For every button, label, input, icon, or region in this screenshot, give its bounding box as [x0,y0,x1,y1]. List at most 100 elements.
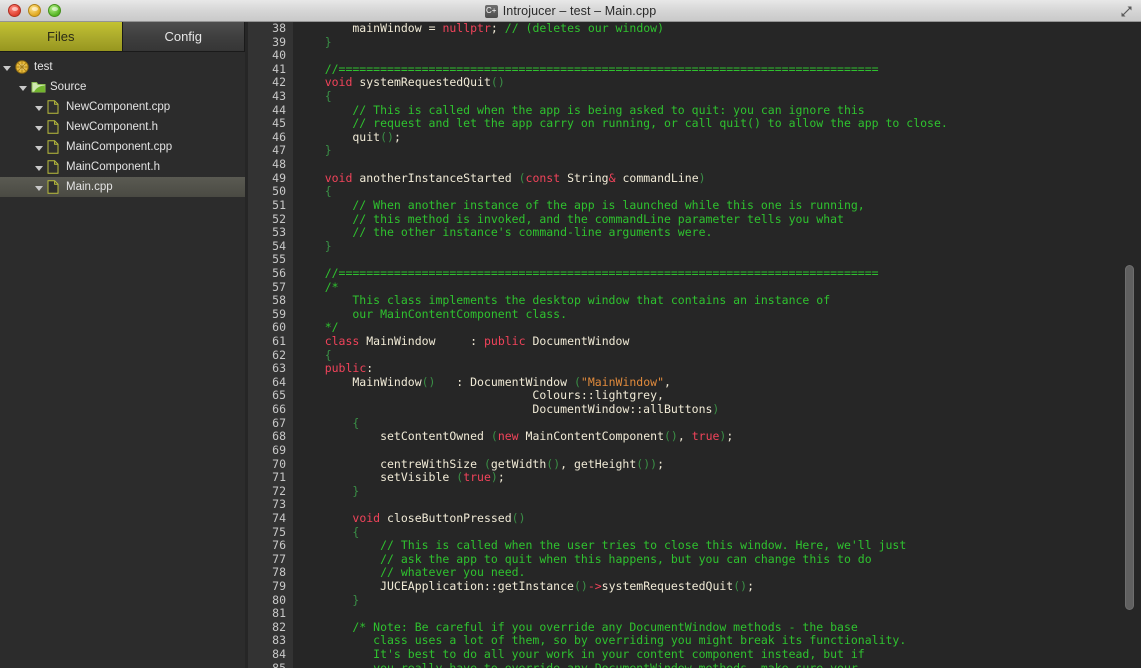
code-line[interactable]: { [293,89,1141,104]
code-line[interactable]: DocumentWindow::allButtons) [293,402,1141,417]
tree-item-label: NewComponent.h [66,121,159,133]
code-token-op [297,361,325,375]
code-line[interactable]: // this method is invoked, and the comma… [293,212,1141,227]
line-number: 40 [272,48,286,63]
code-line[interactable] [293,158,1141,172]
code-line[interactable]: our MainContentComponent class. [293,307,1141,322]
tree-item-maincomponent-cpp[interactable]: MainComponent.cpp [0,137,245,157]
code-token-pun: { [297,184,332,199]
code-line[interactable]: { [293,185,1141,199]
line-number: 71 [272,470,286,485]
code-token-op: quit [297,129,381,144]
code-line[interactable]: { [293,415,1141,431]
code-line[interactable]: // When another instance of the app is l… [293,197,1141,213]
fullscreen-icon[interactable] [1118,3,1135,19]
disclosure-triangle-icon[interactable] [20,82,31,93]
code-line[interactable]: void systemRequestedQuit() [293,76,1141,90]
code-token-pun: { [297,415,360,430]
disclosure-triangle-icon[interactable] [4,62,15,73]
title-bar: C+ Introjucer – test – Main.cpp [0,0,1141,22]
code-token-pun: ()) [636,456,658,471]
code-line[interactable]: } [293,144,1141,158]
code-line[interactable]: { [293,525,1141,540]
code-line[interactable] [293,498,1141,512]
code-token-cmt: // When another instance of the app is l… [297,197,865,212]
code-line[interactable]: JUCEApplication::getInstance()->systemRe… [293,578,1141,594]
vertical-scrollbar[interactable] [1125,265,1134,610]
code-editor[interactable]: 38 39 40 41 42 43 44 45 46 47 48 49 50 51 52 53 54 55 56 57… [245,22,1141,668]
code-line[interactable]: */ [293,321,1141,335]
tree-item-label: test [34,61,53,73]
code-line[interactable]: centreWithSize (getWidth(), getHeight())… [293,456,1141,472]
code-line[interactable]: /* [293,280,1141,295]
code-token-cmt: // request and let the app carry on runn… [297,116,948,131]
code-line[interactable]: { [293,348,1141,363]
code-token-op [297,511,352,525]
code-line[interactable]: } [293,239,1141,254]
code-line[interactable]: mainWindow = nullptr; // (deletes our wi… [293,22,1141,36]
code-line[interactable]: // the other instance's command-line arg… [293,225,1141,240]
code-line[interactable]: // request and let the app carry on runn… [293,116,1141,131]
minimize-button[interactable] [28,4,41,17]
zoom-button[interactable] [48,4,61,17]
code-line[interactable]: } [293,593,1141,608]
code-token-op: : [366,361,374,376]
line-number: 79 [272,578,286,593]
tree-item-maincomponent-h[interactable]: MainComponent.h [0,157,245,177]
code-line[interactable]: public: [293,361,1141,376]
code-token-op: JUCEApplication::getInstance [297,578,574,593]
line-number: 67 [272,415,286,430]
code-line[interactable]: // whatever you need. [293,566,1141,580]
line-number: 57 [272,279,286,294]
tree-item-newcomponent-h[interactable]: NewComponent.h [0,117,245,137]
line-number: 66 [272,402,286,417]
code-line[interactable]: // ask the app to quit when this happens… [293,551,1141,567]
code-line[interactable]: //======================================… [293,62,1141,77]
code-token-kw: void [324,75,353,90]
code-token-cmt: // ask the app to quit when this happens… [297,551,872,566]
code-line[interactable] [293,607,1141,621]
code-line[interactable]: MainWindow() : DocumentWindow ("MainWind… [293,374,1141,390]
tab-config[interactable]: Config [122,22,245,52]
line-number: 45 [272,116,286,131]
code-line[interactable] [293,253,1141,267]
code-line[interactable]: quit(); [293,129,1141,145]
code-token-op: centreWithSize [297,456,484,471]
code-token-op [297,334,325,348]
code-line[interactable]: class uses a lot of them, so by overridi… [293,634,1141,648]
code-token-op: , [664,374,671,389]
tree-item-newcomponent-cpp[interactable]: NewComponent.cpp [0,97,245,117]
code-line[interactable]: //======================================… [293,266,1141,281]
tree-item-test[interactable]: test [0,57,245,77]
code-line[interactable]: class MainWindow : public DocumentWindow [293,334,1141,349]
code-line[interactable]: void closeButtonPressed() [293,510,1141,526]
code-token-pun: () [573,578,588,593]
code-line[interactable]: } [293,484,1141,499]
code-line[interactable]: Colours::lightgrey, [293,389,1141,403]
code-token-op: : DocumentWindow [435,374,574,389]
code-token-op: mainWindow [297,22,429,35]
tree-item-main-cpp[interactable]: Main.cpp [0,177,245,197]
line-number: 48 [272,157,286,172]
code-line[interactable]: you really have to override any Document… [293,661,1141,668]
code-line[interactable]: /* Note: Be careful if you override any … [293,620,1141,635]
code-content[interactable]: mainWindow = nullptr; // (deletes our wi… [293,22,1141,668]
code-line[interactable]: void anotherInstanceStarted (const Strin… [293,171,1141,186]
code-line[interactable]: This class implements the desktop window… [293,293,1141,308]
tree-item-source[interactable]: Source [0,77,245,97]
code-line[interactable]: setVisible (true); [293,470,1141,485]
code-line[interactable] [293,49,1141,63]
code-line[interactable]: } [293,35,1141,50]
code-token-op [297,171,325,185]
code-line[interactable]: setContentOwned (new MainContentComponen… [293,429,1141,444]
code-token-pun: () [490,75,505,90]
tab-files[interactable]: Files [0,22,123,52]
code-token-cmt: */ [297,320,339,335]
code-line[interactable]: It's best to do all your work in your co… [293,647,1141,662]
line-number: 74 [272,510,286,525]
code-line[interactable]: // This is called when the app is being … [293,103,1141,118]
code-token-pun: () [511,510,526,525]
code-line[interactable] [293,444,1141,458]
close-button[interactable] [8,4,21,17]
code-line[interactable]: // This is called when the user tries to… [293,538,1141,553]
